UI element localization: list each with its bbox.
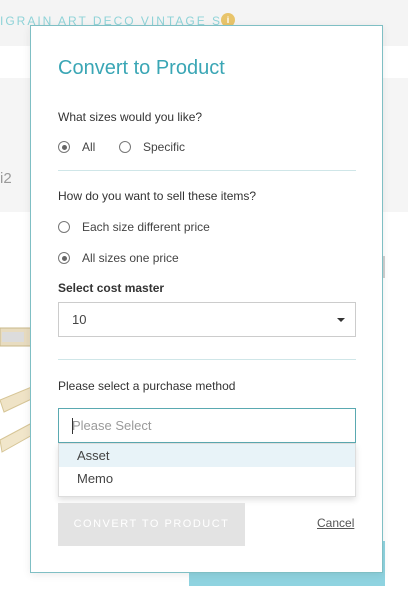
modal-title: Convert to Product [58,57,225,79]
section-divider [58,170,356,171]
page-side-text: i2 [0,170,12,187]
radio-checked-icon [58,252,70,264]
cancel-link[interactable]: Cancel [317,516,354,530]
radio-sizes-all[interactable]: All [58,140,95,154]
radio-unchecked-icon [119,141,131,153]
cost-master-select[interactable]: 10 [58,302,356,337]
radio-label: All sizes one price [82,251,179,265]
radio-label: Each size different price [82,220,210,234]
convert-to-product-button[interactable]: CONVERT TO PRODUCT [58,503,245,546]
sizes-question: What sizes would you like? [58,110,203,124]
page-divider [383,256,385,278]
caret-down-icon [337,318,345,322]
convert-to-product-modal: Convert to Product What sizes would you … [30,25,383,573]
radio-checked-icon [58,141,70,153]
section-divider [58,359,356,360]
radio-label: All [82,140,96,154]
radio-unchecked-icon [58,221,70,233]
dropdown-option-memo[interactable]: Memo [59,467,355,490]
sell-question: How do you want to sell these items? [58,189,257,203]
text-cursor [72,418,73,434]
radio-each-size-different-price[interactable]: Each size different price [58,220,210,234]
purchase-method-dropdown: Asset Memo [58,443,356,497]
cost-master-label: Select cost master [58,281,165,295]
radio-label: Specific [143,140,186,154]
radio-all-sizes-one-price[interactable]: All sizes one price [58,251,179,265]
purchase-method-label: Please select a purchase method [58,379,236,393]
dropdown-option-asset[interactable]: Asset [59,444,355,467]
purchase-method-placeholder: Please Select [72,418,152,433]
cost-master-value: 10 [72,312,87,327]
purchase-method-input[interactable]: Please Select [58,408,356,443]
radio-sizes-specific[interactable]: Specific [119,140,185,154]
